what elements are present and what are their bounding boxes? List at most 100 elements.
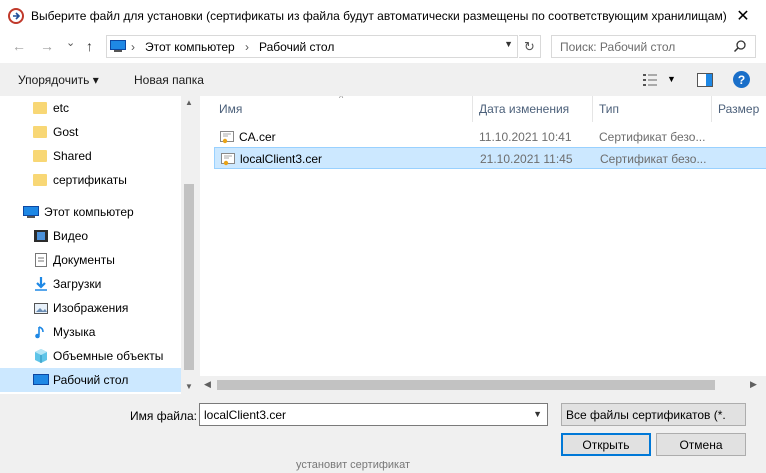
pictures-icon bbox=[34, 303, 48, 314]
app-icon bbox=[8, 8, 24, 24]
new-folder-button[interactable]: Новая папка bbox=[134, 73, 204, 87]
documents-icon bbox=[35, 253, 47, 267]
file-row-localclient3[interactable]: localClient3.cer 21.10.2021 11:45 Сертиф… bbox=[214, 147, 766, 169]
sidebar-item-documents[interactable]: Документы bbox=[0, 248, 181, 272]
sort-ascending-icon: ^ bbox=[339, 96, 344, 103]
view-dropdown-icon[interactable]: ▼ bbox=[667, 74, 676, 84]
sidebar-item-videos[interactable]: Видео bbox=[0, 224, 181, 248]
crumb-separator: › bbox=[131, 40, 135, 54]
address-bar[interactable]: › Этот компьютер › Рабочий стол ▼ bbox=[106, 35, 518, 58]
sidebar-item-label: Видео bbox=[53, 229, 89, 243]
folder-icon bbox=[33, 100, 49, 116]
filename-label: Имя файла: bbox=[130, 409, 197, 423]
sidebar-item-label: сертификаты bbox=[53, 173, 127, 187]
close-button[interactable]: ✕ bbox=[720, 0, 766, 31]
window-title: Выберите файл для установки (сертификаты… bbox=[31, 9, 727, 23]
computer-icon bbox=[110, 40, 126, 52]
navigation-pane[interactable]: etc Gost Shared сертификаты Этот компьют… bbox=[0, 96, 197, 394]
column-divider[interactable] bbox=[711, 96, 712, 122]
column-divider[interactable] bbox=[472, 96, 473, 122]
refresh-button[interactable]: ↻ bbox=[519, 35, 541, 58]
folder-icon bbox=[33, 172, 49, 188]
column-divider[interactable] bbox=[592, 96, 593, 122]
navigation-bar: ← → ⌄ ↑ › Этот компьютер › Рабочий стол … bbox=[0, 31, 766, 63]
sidebar-item-label: Документы bbox=[53, 253, 115, 267]
title-bar: Выберите файл для установки (сертификаты… bbox=[0, 0, 766, 31]
help-button[interactable]: ? bbox=[733, 71, 750, 88]
scroll-down-icon[interactable]: ▼ bbox=[185, 382, 193, 391]
scrollbar-thumb[interactable] bbox=[217, 380, 715, 390]
sidebar-item-certificates[interactable]: сертификаты bbox=[0, 168, 181, 192]
sidebar-item-this-pc[interactable]: Этот компьютер bbox=[0, 200, 181, 224]
search-placeholder: Поиск: Рабочий стол bbox=[560, 40, 676, 54]
file-type: Сертификат безо... bbox=[600, 152, 707, 166]
close-icon: ✕ bbox=[736, 7, 750, 25]
computer-icon bbox=[23, 206, 39, 218]
3d-objects-icon bbox=[35, 349, 47, 363]
sidebar-item-3d-objects[interactable]: Объемные объекты bbox=[0, 344, 181, 368]
file-name: CA.cer bbox=[239, 130, 276, 144]
sidebar-item-label: Загрузки bbox=[53, 277, 102, 291]
forward-button[interactable]: → bbox=[40, 38, 54, 54]
search-icon bbox=[733, 40, 746, 53]
sidebar-item-label: Музыка bbox=[53, 325, 96, 339]
column-header-name[interactable]: Имя bbox=[219, 102, 242, 116]
column-header-date[interactable]: Дата изменения bbox=[479, 102, 569, 116]
scroll-right-icon[interactable]: ▶ bbox=[750, 379, 757, 390]
desktop-icon bbox=[33, 374, 49, 385]
crumb-separator: › bbox=[245, 40, 249, 54]
open-button-label: Открыть bbox=[582, 437, 630, 452]
back-button[interactable]: ← bbox=[12, 38, 26, 54]
sidebar-scrollbar[interactable]: ▲ ▼ bbox=[181, 96, 197, 394]
sidebar-item-label: Gost bbox=[53, 125, 79, 139]
file-date: 11.10.2021 10:41 bbox=[479, 130, 572, 144]
scroll-left-icon[interactable]: ◀ bbox=[204, 379, 211, 390]
view-options-icon[interactable] bbox=[642, 73, 658, 87]
sidebar-item-label: Этот компьютер bbox=[44, 205, 134, 219]
file-list[interactable]: ^ Имя Дата изменения Тип Размер CA.cer 1… bbox=[200, 96, 766, 394]
music-icon bbox=[35, 326, 44, 339]
file-type: Сертификат безо... bbox=[599, 130, 706, 144]
chevron-down-icon[interactable]: ▼ bbox=[533, 409, 542, 419]
dialog-footer: Имя файла: localClient3.cer ▼ Все файлы … bbox=[0, 394, 766, 473]
help-icon: ? bbox=[737, 72, 746, 87]
breadcrumb-desktop[interactable]: Рабочий стол bbox=[259, 40, 334, 54]
video-icon bbox=[34, 230, 48, 242]
scroll-up-icon[interactable]: ▲ bbox=[185, 98, 193, 107]
sidebar-item-etc[interactable]: etc bbox=[0, 96, 181, 120]
chevron-down-icon[interactable]: ▼ bbox=[504, 39, 513, 49]
sidebar-item-shared[interactable]: Shared bbox=[0, 144, 181, 168]
sidebar-item-downloads[interactable]: Загрузки bbox=[0, 272, 181, 296]
search-input[interactable]: Поиск: Рабочий стол bbox=[551, 35, 756, 58]
file-row-ca[interactable]: CA.cer 11.10.2021 10:41 Сертификат безо.… bbox=[214, 126, 766, 148]
recent-locations-button[interactable]: ⌄ bbox=[66, 36, 75, 49]
sidebar-item-desktop[interactable]: Рабочий стол bbox=[0, 368, 181, 392]
column-header-size[interactable]: Размер bbox=[718, 102, 759, 116]
filename-input[interactable]: localClient3.cer ▼ bbox=[199, 403, 548, 426]
filename-value: localClient3.cer bbox=[204, 408, 287, 422]
file-list-horizontal-scrollbar[interactable]: ◀ ▶ bbox=[200, 376, 766, 394]
sidebar-item-music[interactable]: Музыка bbox=[0, 320, 181, 344]
up-button[interactable]: ↑ bbox=[86, 38, 93, 54]
sidebar-item-label: Объемные объекты bbox=[53, 349, 164, 363]
preview-pane-icon[interactable] bbox=[697, 73, 713, 87]
downloads-icon bbox=[35, 277, 47, 291]
sidebar-item-gost[interactable]: Gost bbox=[0, 120, 181, 144]
refresh-icon: ↻ bbox=[524, 38, 535, 54]
cancel-button-label: Отмена bbox=[679, 437, 723, 452]
certificate-icon bbox=[220, 131, 234, 144]
sidebar-item-label: Изображения bbox=[53, 301, 129, 315]
sidebar-item-label: etc bbox=[53, 101, 70, 115]
open-button[interactable]: Открыть bbox=[561, 433, 651, 456]
command-bar: Упорядочить ▾ Новая папка ▼ ? bbox=[0, 63, 766, 96]
file-type-filter[interactable]: Все файлы сертификатов (*.cer bbox=[561, 403, 746, 426]
scrollbar-thumb[interactable] bbox=[184, 184, 194, 370]
breadcrumb-this-pc[interactable]: Этот компьютер bbox=[145, 40, 235, 54]
cancel-button[interactable]: Отмена bbox=[656, 433, 746, 456]
folder-icon bbox=[33, 148, 49, 164]
column-header-type[interactable]: Тип bbox=[599, 102, 619, 116]
organize-button[interactable]: Упорядочить ▾ bbox=[18, 73, 99, 87]
sidebar-item-pictures[interactable]: Изображения bbox=[0, 296, 181, 320]
filter-value: Все файлы сертификатов (*.cer bbox=[566, 408, 726, 422]
sidebar-item-label: Shared bbox=[53, 149, 92, 163]
